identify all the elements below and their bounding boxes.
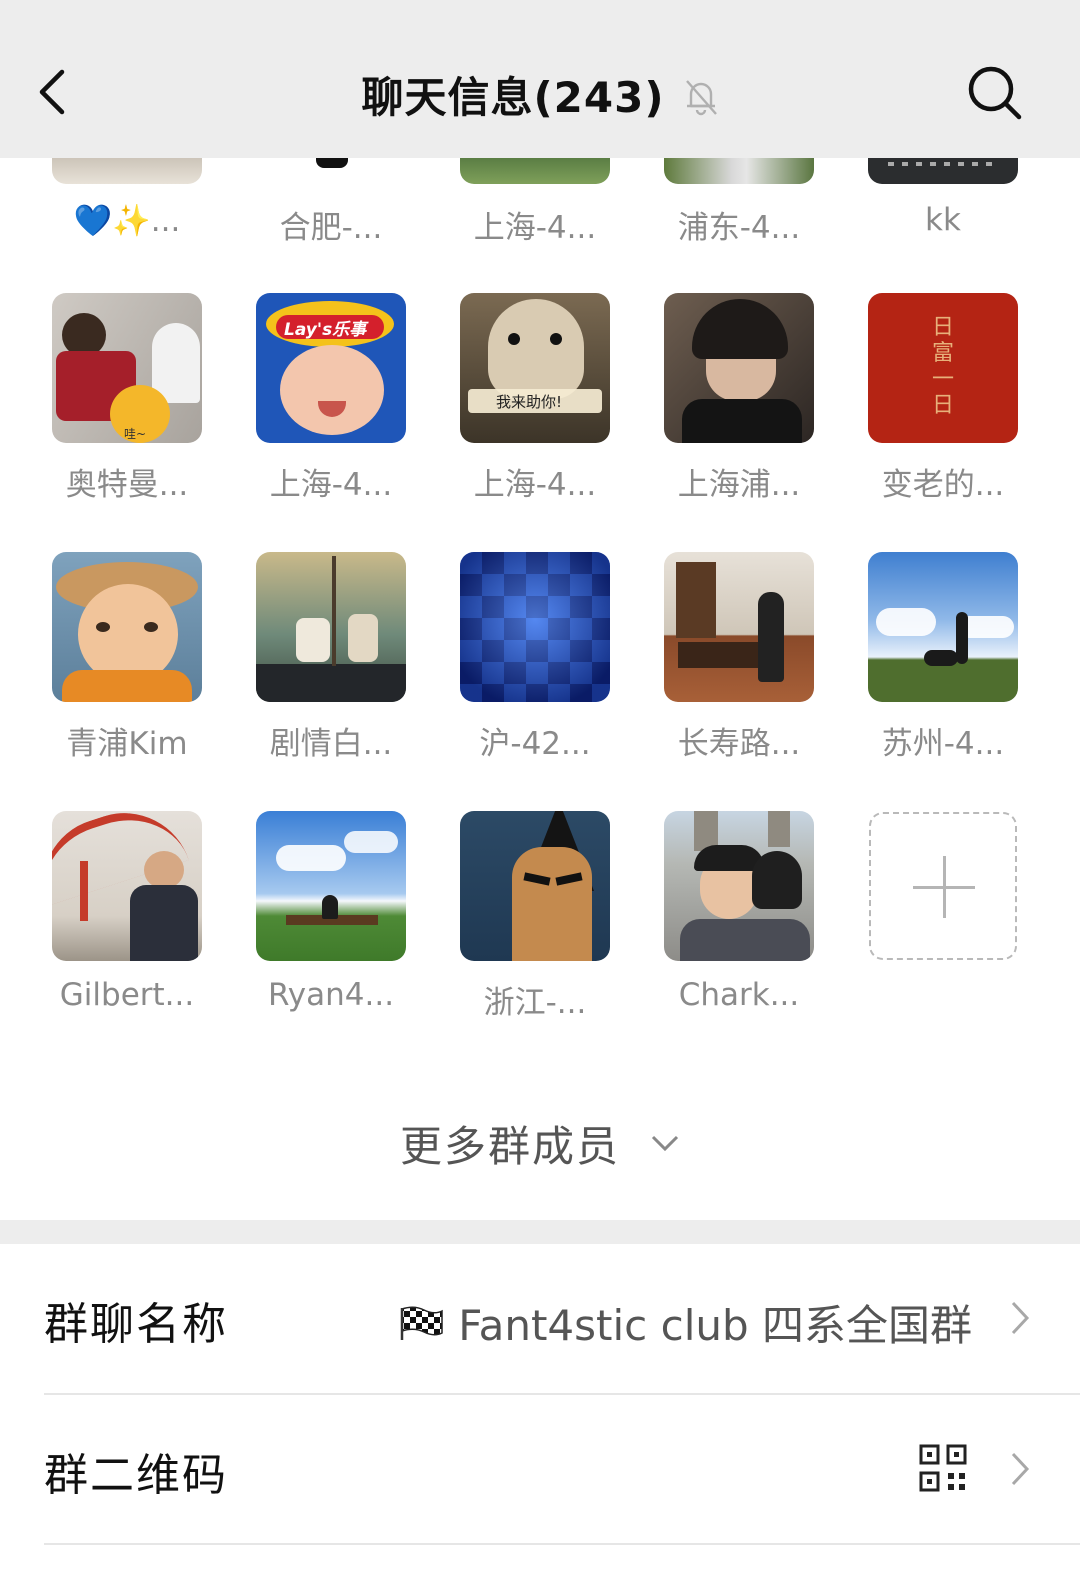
group-qr-label: 群二维码: [44, 1450, 228, 1501]
chevron-right-icon: [1011, 1301, 1030, 1335]
member-grid: 💙✨... 合肥-... 上海-4... 浦东-4... kk 哇~ 奥特曼..…: [0, 0, 1080, 1220]
member-avatar: 我来助你!: [460, 293, 610, 443]
member-name: 💙✨...: [73, 203, 181, 239]
add-member-button[interactable]: [869, 812, 1017, 960]
top-nav-bar: 聊天信息(243): [0, 0, 1080, 158]
section-gap: [0, 1220, 1080, 1244]
member-avatar: [868, 552, 1018, 702]
chip-bag-logo-text: Lay's乐事: [284, 320, 367, 340]
member-name: Ryan4...: [267, 977, 395, 1013]
search-icon[interactable]: [964, 62, 1026, 124]
group-name-value-wrap: Fant4stic club 四系全国群: [398, 1292, 972, 1353]
member-name: kk: [925, 202, 961, 238]
group-name-row[interactable]: 群聊名称 Fant4stic club 四系全国群: [0, 1244, 1080, 1394]
member-avatar: [460, 811, 610, 961]
chevron-right-icon: [1011, 1452, 1030, 1486]
member-name: 奥特曼...: [65, 467, 189, 503]
member-name: Gilbert...: [59, 977, 195, 1013]
bell-off-icon: [685, 80, 717, 116]
member-avatar: 日富一日: [868, 293, 1018, 443]
member-name: 上海-4...: [473, 467, 597, 503]
member-name: 上海浦...: [677, 467, 801, 503]
member-name: 浙江-...: [483, 985, 587, 1021]
member-avatar: [460, 552, 610, 702]
page-title: 聊天信息(243): [361, 72, 665, 122]
group-qr-row[interactable]: 群二维码: [0, 1395, 1080, 1545]
more-members-button[interactable]: 更多群成员: [0, 1108, 1080, 1178]
meme-caption: 我来助你!: [496, 393, 563, 411]
member-avatar: [52, 811, 202, 961]
member-avatar: Lay's乐事: [256, 293, 406, 443]
more-members-label: 更多群成员: [399, 1121, 620, 1171]
member-avatar: [664, 811, 814, 961]
member-name: 青浦Kim: [66, 726, 188, 762]
member-avatar: [256, 552, 406, 702]
member-name: 合肥-...: [279, 210, 383, 246]
emoji-sticker-text: 哇~: [124, 427, 147, 441]
member-name: 长寿路...: [677, 726, 801, 762]
member-name: 剧情白...: [269, 726, 393, 762]
member-name: 变老的...: [881, 467, 1005, 503]
member-avatar: 哇~: [52, 293, 202, 443]
member-name: 上海-4...: [473, 210, 597, 246]
member-name: 苏州-4...: [881, 726, 1005, 762]
member-avatar: [52, 552, 202, 702]
member-avatar: [256, 811, 406, 961]
member-name: Chark...: [678, 977, 800, 1013]
row-divider: [44, 1543, 1080, 1545]
member-avatar: [664, 552, 814, 702]
title-group: 聊天信息(243): [0, 64, 1080, 124]
chevron-down-icon: [651, 1135, 679, 1152]
checkered-flag-icon: [401, 1306, 444, 1340]
member-name: 浦东-4...: [677, 210, 801, 246]
group-name-value: Fant4stic club 四系全国群: [458, 1301, 972, 1350]
calligraphy-text: 日富一日: [931, 315, 954, 418]
member-name: 沪-42...: [479, 726, 591, 762]
member-name: 上海-4...: [269, 467, 393, 503]
qr-code-icon: [919, 1444, 967, 1492]
member-avatar: [664, 293, 814, 443]
group-name-label: 群聊名称: [44, 1299, 228, 1350]
